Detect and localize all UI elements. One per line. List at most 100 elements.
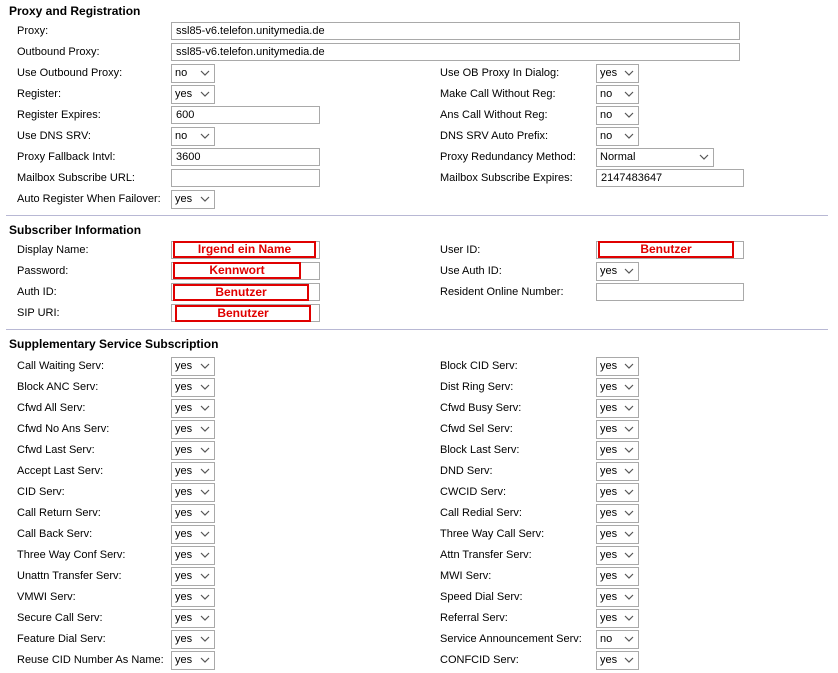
auto-register-failover-select[interactable]: yes [171,190,215,209]
chevron-down-icon [200,426,210,432]
select-value: yes [600,654,618,666]
supplementary-right-select[interactable]: yes [596,357,639,376]
dns-srv-auto-prefix-select[interactable]: no [596,127,639,146]
supplementary-right-label: Three Way Call Serv: [440,528,545,540]
chevron-down-icon [624,363,634,369]
chevron-down-icon [624,405,634,411]
ans-call-without-reg-select[interactable]: no [596,106,639,125]
supplementary-left-label: Call Waiting Serv: [17,360,105,372]
supplementary-left-select[interactable]: yes [171,630,215,649]
select-value: yes [175,444,193,456]
supplementary-right-select[interactable]: no [596,630,639,649]
user-id-redaction: Benutzer [598,241,734,258]
supplementary-left-select[interactable]: yes [171,504,215,523]
make-call-without-reg-select[interactable]: no [596,85,639,104]
supplementary-right-label: Speed Dial Serv: [440,591,523,603]
select-value: yes [175,591,193,603]
supplementary-left-select[interactable]: yes [171,588,215,607]
supplementary-right-label: Block CID Serv: [440,360,518,372]
supplementary-right-select[interactable]: yes [596,525,639,544]
select-value: yes [175,654,193,666]
use-outbound-proxy-label: Use Outbound Proxy: [17,67,123,79]
proxy-fallback-intvl-input[interactable]: 3600 [171,148,320,166]
supplementary-right-label: MWI Serv: [440,570,492,582]
supplementary-right-select[interactable]: yes [596,567,639,586]
chevron-down-icon [200,133,210,139]
use-outbound-proxy-select[interactable]: no [171,64,215,83]
chevron-down-icon [624,384,634,390]
supplementary-left-select[interactable]: yes [171,441,215,460]
chevron-down-icon [624,594,634,600]
select-value: Normal [600,151,636,163]
proxy-redundancy-method-select[interactable]: Normal [596,148,714,167]
mailbox-subscribe-url-input[interactable] [171,169,320,187]
supplementary-left-label: Cfwd No Ans Serv: [17,423,110,435]
supplementary-right-select[interactable]: yes [596,399,639,418]
use-ob-proxy-dialog-select[interactable]: yes [596,64,639,83]
chevron-down-icon [624,268,634,274]
chevron-down-icon [624,636,634,642]
chevron-down-icon [624,657,634,663]
supplementary-right-label: Cfwd Sel Serv: [440,423,513,435]
supplementary-right-select[interactable]: yes [596,504,639,523]
select-value: yes [175,360,193,372]
supplementary-right-label: CWCID Serv: [440,486,506,498]
auth-id-redaction: Benutzer [173,284,309,301]
supplementary-right-select[interactable]: yes [596,651,639,670]
supplementary-left-select[interactable]: yes [171,420,215,439]
supplementary-right-select[interactable]: yes [596,609,639,628]
supplementary-right-label: Dist Ring Serv: [440,381,514,393]
supplementary-right-select[interactable]: yes [596,462,639,481]
supplementary-right-select[interactable]: yes [596,420,639,439]
use-auth-id-select[interactable]: yes [596,262,639,281]
chevron-down-icon [624,552,634,558]
supplementary-right-label: Service Announcement Serv: [440,633,582,645]
supplementary-left-label: Cfwd All Serv: [17,402,86,414]
resident-online-number-input[interactable] [596,283,744,301]
chevron-down-icon [624,468,634,474]
chevron-down-icon [200,615,210,621]
supplementary-left-select[interactable]: yes [171,483,215,502]
select-value: yes [175,423,193,435]
outbound-proxy-input[interactable]: ssl85-v6.telefon.unitymedia.de [171,43,740,61]
supplementary-right-select[interactable]: yes [596,546,639,565]
chevron-down-icon [624,426,634,432]
supplementary-left-select[interactable]: yes [171,609,215,628]
chevron-down-icon [624,447,634,453]
chevron-down-icon [200,510,210,516]
register-select[interactable]: yes [171,85,215,104]
supplementary-left-select[interactable]: yes [171,567,215,586]
select-value: yes [600,591,618,603]
supplementary-left-select[interactable]: yes [171,357,215,376]
supplementary-left-select[interactable]: yes [171,546,215,565]
proxy-input[interactable]: ssl85-v6.telefon.unitymedia.de [171,22,740,40]
supplementary-right-select[interactable]: yes [596,441,639,460]
select-value: no [600,109,613,121]
supplementary-left-select[interactable]: yes [171,399,215,418]
supplementary-left-label: Cfwd Last Serv: [17,444,95,456]
supplementary-right-select[interactable]: yes [596,483,639,502]
use-dns-srv-select[interactable]: no [171,127,215,146]
select-value: yes [175,465,193,477]
use-dns-srv-label: Use DNS SRV: [17,130,91,142]
select-value: yes [175,549,193,561]
supplementary-left-select[interactable]: yes [171,651,215,670]
select-value: yes [175,402,193,414]
supplementary-left-select[interactable]: yes [171,462,215,481]
supplementary-left-select[interactable]: yes [171,378,215,397]
chevron-down-icon [200,573,210,579]
register-expires-input[interactable]: 600 [171,106,320,124]
supplementary-right-label: Call Redial Serv: [440,507,522,519]
mailbox-subscribe-url-label: Mailbox Subscribe URL: [17,172,135,184]
supplementary-right-label: Attn Transfer Serv: [440,549,532,561]
proxy-fallback-intvl-label: Proxy Fallback Intvl: [17,151,116,163]
chevron-down-icon [200,384,210,390]
section-title-proxy-registration: Proxy and Registration [9,4,141,18]
mailbox-subscribe-expires-input[interactable]: 2147483647 [596,169,744,187]
supplementary-right-select[interactable]: yes [596,378,639,397]
supplementary-right-select[interactable]: yes [596,588,639,607]
use-ob-proxy-dialog-label: Use OB Proxy In Dialog: [440,67,560,79]
supplementary-left-select[interactable]: yes [171,525,215,544]
supplementary-left-label: Unattn Transfer Serv: [17,570,122,582]
sip-uri-redaction: Benutzer [175,305,311,322]
